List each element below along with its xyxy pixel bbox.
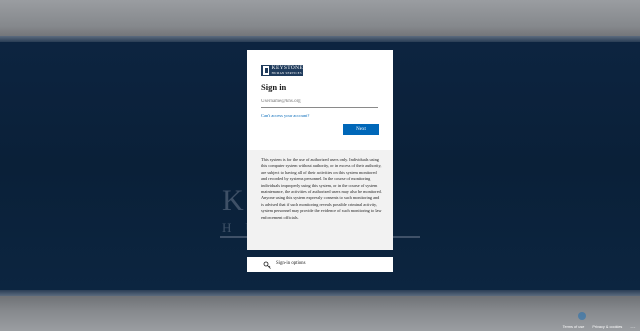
logo-text-line2: HUMAN SERVICES (271, 70, 302, 75)
key-icon (263, 261, 271, 269)
sign-in-options-button[interactable]: Sign-in options (247, 257, 393, 272)
accessibility-badge-icon (578, 312, 586, 320)
next-button[interactable]: Next (343, 124, 379, 135)
sign-in-options-label: Sign-in options (276, 261, 306, 266)
background-top (0, 0, 640, 38)
logo-mark-icon (263, 66, 269, 75)
background-bottom (0, 296, 640, 331)
cant-access-account-link[interactable]: Can't access your account? (261, 113, 309, 118)
username-input[interactable] (261, 96, 378, 108)
notice-text: This system is for the use of authorized… (261, 157, 382, 220)
logo-text-line1: KEYSTONE (271, 64, 303, 71)
company-logo: KEYSTONE HUMAN SERVICES (261, 65, 303, 76)
logo-text: KEYSTONE HUMAN SERVICES (271, 64, 303, 76)
authorized-use-notice: This system is for the use of authorized… (247, 150, 393, 250)
terms-of-use-link[interactable]: Terms of use (563, 325, 585, 329)
page-title: Sign in (261, 82, 287, 92)
more-options-icon[interactable]: ... (630, 324, 636, 330)
footer-links: Terms of use Privacy & cookies ... (563, 323, 636, 330)
privacy-cookies-link[interactable]: Privacy & cookies (592, 325, 622, 329)
